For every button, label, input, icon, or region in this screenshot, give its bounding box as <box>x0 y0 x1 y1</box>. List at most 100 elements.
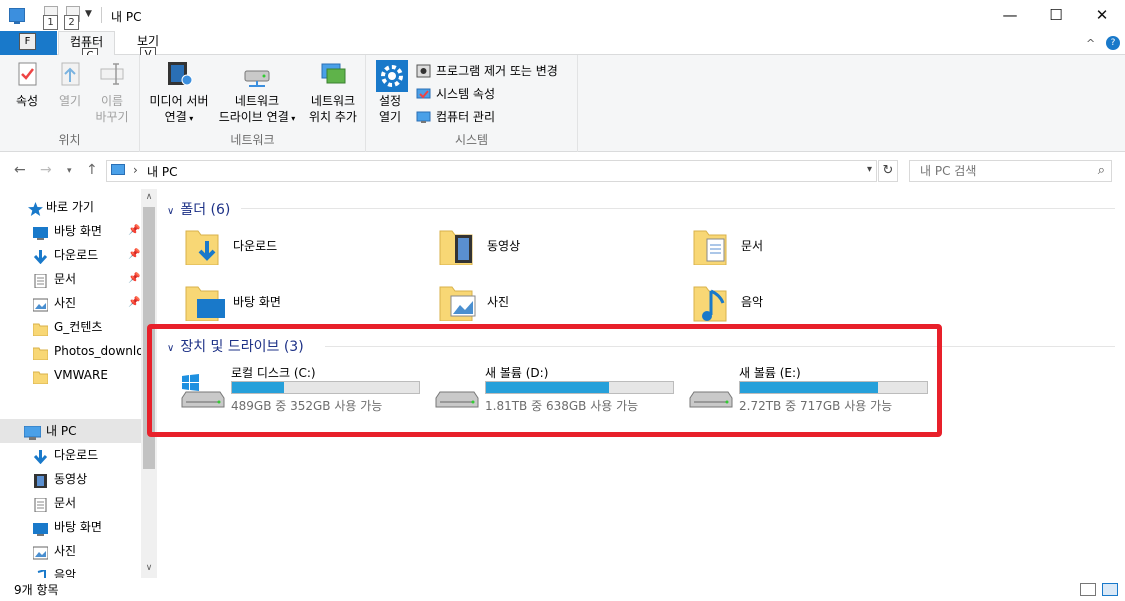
sidebar-item-quick-access[interactable]: 바로 가기 <box>0 195 141 219</box>
search-icon[interactable]: ⌕ <box>1098 163 1105 178</box>
scroll-up-icon[interactable]: ∧ <box>141 189 157 205</box>
sidebar-item-documents[interactable]: 문서 📌 <box>0 267 141 291</box>
folder-icon <box>32 344 49 361</box>
folder-item-downloads[interactable]: 다운로드 <box>157 227 397 273</box>
download-arrow-icon <box>33 448 48 465</box>
computer-management-button[interactable]: 컴퓨터 관리 <box>416 107 495 127</box>
sidebar-item-folder[interactable]: VMWARE <box>0 363 141 387</box>
pin-icon[interactable]: 📌 <box>128 291 140 315</box>
sidebar-item-desktop[interactable]: 바탕 화면 📌 <box>0 219 141 243</box>
uninstall-icon <box>416 64 431 78</box>
folder-item-videos[interactable]: 동영상 <box>411 227 651 273</box>
sidebar-item-pc-documents[interactable]: 문서 <box>0 491 141 515</box>
sidebar-label: 다운로드 <box>54 248 99 262</box>
folders-group-header[interactable]: ∨ 폴더 (6) <box>167 199 230 219</box>
status-bar: 9개 항목 <box>0 578 1125 601</box>
sidebar-label: 음악 <box>54 568 77 578</box>
minimize-button[interactable]: — <box>987 0 1033 31</box>
ribbon-group-network: 미디어 서버 연결 ▾ 네트워크 드라이브 연결 ▾ 네트워크 위치 추가 네트… <box>140 55 366 152</box>
maximize-button[interactable]: ☐ <box>1033 0 1079 31</box>
recent-locations-chevron-icon[interactable]: ▾ <box>67 166 72 176</box>
address-history-chevron-icon[interactable]: ▾ <box>867 164 872 175</box>
computer-management-label: 컴퓨터 관리 <box>436 110 496 124</box>
folder-item-music[interactable]: 음악 <box>665 283 905 329</box>
title-bar: 1 2 ▼ 내 PC — ☐ ✕ <box>0 0 1125 31</box>
rename-icon <box>98 60 126 88</box>
sidebar-item-folder[interactable]: G_컨텐츠 <box>0 315 141 339</box>
add-network-location-button[interactable]: 네트워크 위치 추가 <box>302 60 364 125</box>
properties-button[interactable]: 속성 <box>8 60 46 109</box>
map-drive-label-1: 네트워크 <box>234 94 280 108</box>
location-group-label: 위치 <box>58 133 81 147</box>
quick-access-key-2: 2 <box>64 15 79 30</box>
forward-arrow-icon[interactable]: → <box>40 162 52 178</box>
details-view-icon[interactable] <box>1080 583 1096 596</box>
pin-icon[interactable]: 📌 <box>128 267 140 291</box>
folder-item-desktop[interactable]: 바탕 화면 <box>157 283 397 329</box>
sidebar-label: 문서 <box>54 496 77 510</box>
folder-icon <box>32 368 49 385</box>
tab-view[interactable]: 보기 V <box>126 31 170 63</box>
open-button[interactable]: 열기 <box>52 60 88 109</box>
folder-item-documents[interactable]: 문서 <box>665 227 905 273</box>
sidebar-label: 바탕 화면 <box>54 520 102 534</box>
sidebar-item-pc-music[interactable]: 음악 <box>0 563 141 578</box>
pin-icon[interactable]: 📌 <box>128 243 140 267</box>
sidebar-item-folder[interactable]: Photos_download <box>0 339 141 363</box>
folder-label: 바탕 화면 <box>233 295 281 309</box>
system-properties-button[interactable]: 시스템 속성 <box>416 84 495 104</box>
uninstall-label: 프로그램 제거 또는 변경 <box>436 64 558 78</box>
settings-label-1: 설정 <box>378 94 402 108</box>
sidebar-label: G_컨텐츠 <box>54 320 103 334</box>
refresh-button[interactable]: ↻ <box>878 160 898 182</box>
map-network-drive-button[interactable]: 네트워크 드라이브 연결 ▾ <box>216 60 298 127</box>
sidebar-item-pc-videos[interactable]: 동영상 <box>0 467 141 491</box>
folders-group-title: 폴더 (6) <box>180 202 231 218</box>
media-server-icon <box>165 60 193 88</box>
search-box[interactable]: ⌕ <box>909 160 1112 182</box>
network-location-icon <box>319 60 347 88</box>
folder-label: 문서 <box>741 239 764 253</box>
scroll-down-icon[interactable]: ∨ <box>141 560 157 576</box>
this-pc-icon[interactable] <box>9 8 25 24</box>
window-title: 내 PC <box>111 10 142 24</box>
sidebar-item-pc-downloads[interactable]: 다운로드 <box>0 443 141 467</box>
rename-button[interactable]: 이름 바꾸기 <box>92 60 132 125</box>
sidebar-item-downloads[interactable]: 다운로드 📌 <box>0 243 141 267</box>
tab-file[interactable]: F <box>0 31 57 55</box>
folder-item-pictures[interactable]: 사진 <box>411 283 651 329</box>
sidebar-item-pc-desktop[interactable]: 바탕 화면 <box>0 515 141 539</box>
pictures-folder-icon <box>439 283 476 322</box>
up-arrow-icon[interactable]: ↑ <box>86 162 98 178</box>
media-server-label-1: 미디어 서버 <box>149 94 209 108</box>
search-input[interactable] <box>910 161 1080 181</box>
sidebar-item-this-pc[interactable]: 내 PC <box>0 419 141 443</box>
customize-toolbar-chevron-icon[interactable]: ▼ <box>85 9 92 19</box>
collapse-ribbon-icon[interactable]: ^ <box>1086 37 1095 50</box>
sidebar-item-pictures[interactable]: 사진 📌 <box>0 291 141 315</box>
music-folder-icon <box>693 283 727 322</box>
open-settings-button[interactable]: 설정 열기 <box>372 60 408 125</box>
back-arrow-icon[interactable]: ← <box>14 162 26 178</box>
tab-computer[interactable]: 컴퓨터 C <box>58 31 116 64</box>
large-icons-view-icon[interactable] <box>1102 583 1118 596</box>
settings-gear-icon <box>376 60 408 92</box>
sidebar-label: 사진 <box>54 296 77 310</box>
close-button[interactable]: ✕ <box>1079 0 1125 31</box>
help-icon[interactable]: ? <box>1106 36 1120 50</box>
quick-access-label: 바로 가기 <box>46 200 94 214</box>
collapse-chevron-icon[interactable]: ∨ <box>167 206 174 217</box>
address-bar[interactable]: › 내 PC ▾ <box>106 160 877 182</box>
rename-label-1: 이름 <box>100 94 124 108</box>
pin-icon[interactable]: 📌 <box>128 219 140 243</box>
media-server-button[interactable]: 미디어 서버 연결 ▾ <box>144 60 214 127</box>
sidebar-item-pc-pictures[interactable]: 사진 <box>0 539 141 563</box>
uninstall-program-button[interactable]: 프로그램 제거 또는 변경 <box>416 61 558 81</box>
folder-label: 음악 <box>741 295 764 309</box>
breadcrumb-this-pc[interactable]: 내 PC <box>147 163 177 180</box>
this-pc-address-icon <box>111 164 125 175</box>
document-icon <box>33 272 48 289</box>
download-arrow-icon <box>33 248 48 265</box>
breadcrumb-chevron-icon[interactable]: › <box>133 163 138 177</box>
tab-computer-label: 컴퓨터 <box>70 35 104 49</box>
